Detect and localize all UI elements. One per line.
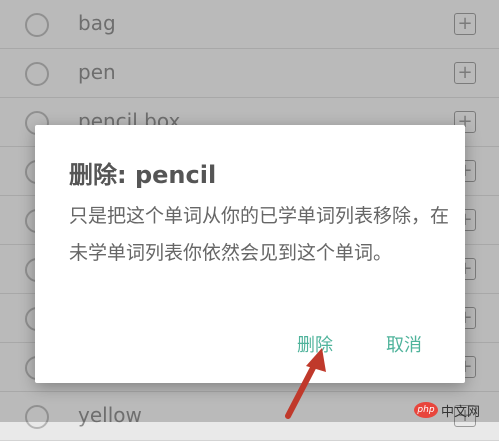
watermark-text: 中文网 <box>441 404 481 420</box>
dialog-message: 只是把这个单词从你的已学单词列表移除，在未学单词列表你依然会见到这个单词。 <box>69 205 450 264</box>
dialog-title: 删除: pencil <box>69 161 217 189</box>
annotation-arrow-icon <box>285 348 326 419</box>
php-logo-icon: php <box>414 402 438 418</box>
delete-dialog: 删除: pencil 只是把这个单词从你的已学单词列表移除，在未学单词列表你依然… <box>35 125 465 383</box>
cancel-button[interactable]: 取消 <box>386 331 422 357</box>
watermark: php 中文网 <box>414 401 481 420</box>
